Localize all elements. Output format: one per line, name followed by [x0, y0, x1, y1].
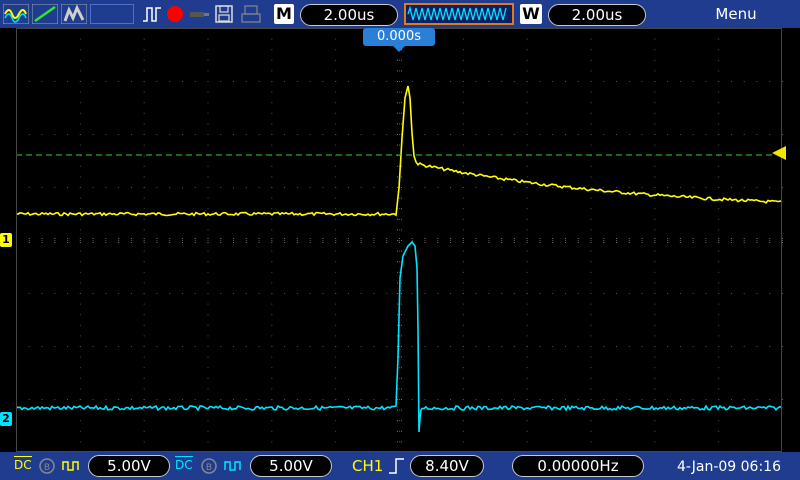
top-toolbar: M 2.00us W 2.00us Menu	[0, 0, 800, 28]
ch2-bandwidth-icon: B	[201, 458, 217, 474]
gray-persistence-icon[interactable]	[61, 4, 87, 24]
blank-panel	[90, 4, 134, 24]
ch1-bandwidth-icon: B	[39, 458, 55, 474]
trigger-position-label: 0.000s	[377, 29, 421, 44]
ch2-coupling-label: DC	[175, 456, 193, 472]
svg-text:B: B	[206, 463, 212, 473]
status-bar: DC B 5.00V DC B 5.00V CH1 8.40V 0.00000H…	[0, 452, 800, 480]
ch2-invert-icon	[224, 461, 241, 471]
ch1-scale[interactable]: 5.00V	[88, 455, 170, 477]
svg-text:B: B	[44, 463, 50, 473]
datetime: 4-Jan-09 06:16	[677, 459, 781, 475]
save-disk-icon[interactable]	[214, 4, 234, 24]
ch1-coupling-label: DC	[14, 456, 32, 472]
green-ramp-icon[interactable]	[32, 4, 58, 24]
ch1-invert-icon	[62, 461, 79, 471]
window-value[interactable]: 2.00us	[548, 4, 646, 26]
frequency-readout: 0.00000Hz	[512, 455, 644, 477]
yellow-waveform-icon[interactable]	[3, 4, 29, 24]
screen-border	[16, 28, 782, 452]
run-mode-icon[interactable]	[141, 4, 163, 24]
window-preview-icon[interactable]	[404, 3, 514, 25]
print-icon[interactable]	[240, 4, 262, 24]
menu-button[interactable]: Menu	[706, 4, 766, 24]
window-tag: W	[520, 4, 542, 24]
rising-edge-icon	[389, 458, 404, 474]
trigger-position-arrow	[392, 45, 406, 52]
trigger-level[interactable]: 8.40V	[410, 455, 484, 477]
record-dot-icon[interactable]	[165, 4, 185, 24]
probe-icon[interactable]	[188, 4, 210, 24]
trigger-source-label: CH1	[352, 457, 384, 475]
timebase-value[interactable]: 2.00us	[300, 4, 398, 26]
ch2-marker[interactable]: 2	[0, 412, 12, 426]
ch1-marker[interactable]: 1	[0, 233, 12, 247]
timebase-tag: M	[274, 4, 294, 24]
trigger-level-arrow-icon[interactable]	[772, 146, 786, 160]
ch2-scale[interactable]: 5.00V	[250, 455, 332, 477]
